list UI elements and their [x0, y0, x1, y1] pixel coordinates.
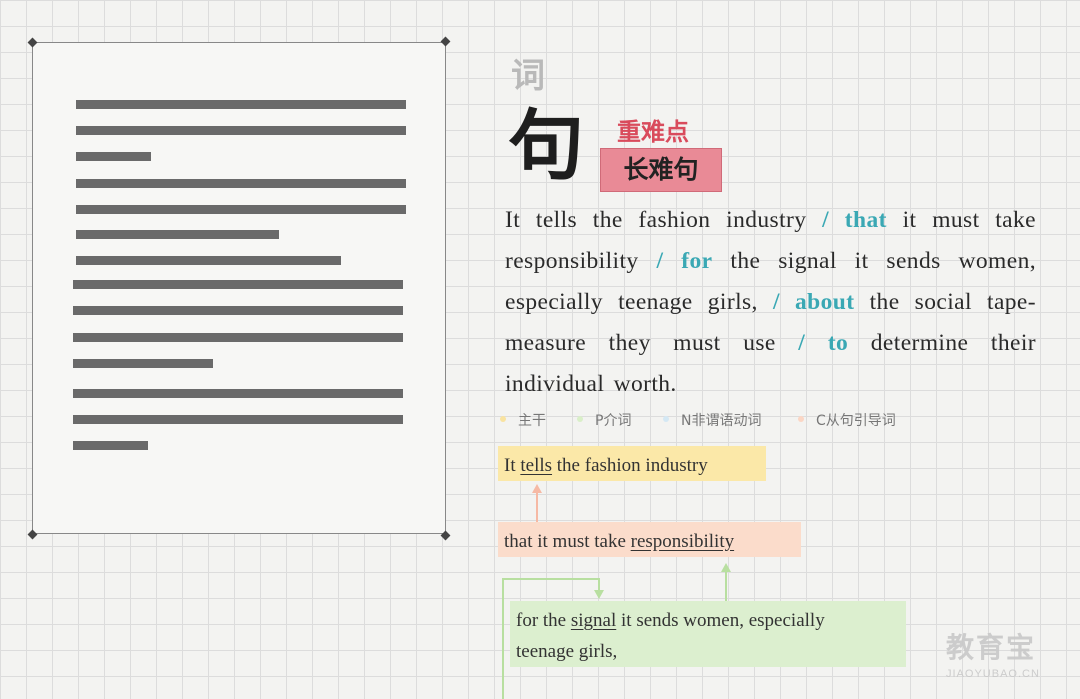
- text-line-placeholder: [73, 415, 403, 424]
- slash-divider: /: [656, 248, 682, 274]
- slash-divider: /: [798, 330, 828, 356]
- example-sentence: It tells the fashion industry / that it …: [505, 200, 1036, 405]
- box-text: for the: [516, 610, 571, 631]
- box-verb: tells: [520, 455, 553, 476]
- label-key-points: 重难点: [617, 118, 689, 146]
- box-text: It: [504, 455, 521, 476]
- slash-divider: /: [822, 207, 845, 233]
- keyword-that: that: [844, 207, 887, 233]
- heading-ci: 词: [511, 56, 545, 96]
- legend-item-prep: P介词: [577, 410, 631, 430]
- analysis-main-clause: It tells the fashion industry: [498, 446, 766, 481]
- connector-line: [502, 578, 504, 699]
- label-long-difficult-sentence: 长难句: [600, 148, 722, 192]
- analysis-for-phrase: for the signal it sends women, especiall…: [510, 601, 906, 667]
- box-text: that it must take: [504, 531, 631, 552]
- keyword-about: about: [795, 289, 855, 315]
- connector-arrow: [536, 492, 538, 524]
- legend-dot: [663, 416, 669, 423]
- box-noun: responsibility: [630, 531, 735, 552]
- watermark-cn: 教育宝: [946, 631, 1037, 664]
- text-line-placeholder: [76, 152, 151, 161]
- legend-dot: [798, 416, 804, 423]
- box-text: the fashion industry: [552, 455, 708, 476]
- box-text: teenage girls,: [516, 641, 618, 662]
- text-line-placeholder: [76, 205, 406, 214]
- resize-handle[interactable]: [440, 530, 451, 541]
- text-line-placeholder: [76, 126, 406, 135]
- heading-ju: 句: [508, 101, 584, 190]
- arrow-head: [721, 563, 731, 572]
- connector-line: [502, 578, 600, 580]
- legend-item-nonfinite: N非谓语动词: [663, 410, 761, 430]
- watermark-en: JIAOYUBAO.CN: [946, 668, 1040, 680]
- legend-dot: [577, 416, 583, 423]
- slash-divider: /: [772, 289, 796, 315]
- legend-dot: [500, 416, 506, 423]
- legend-item-main: 主干: [500, 410, 546, 430]
- text-line-placeholder: [73, 389, 403, 398]
- text-line-placeholder: [76, 230, 279, 239]
- legend-item-clause: C从句引导词: [798, 410, 896, 430]
- legend-label: 主干: [518, 413, 546, 429]
- text-line-placeholder: [76, 100, 406, 109]
- keyword-to: to: [827, 330, 849, 356]
- connector-arrow: [725, 570, 727, 604]
- text-line-placeholder: [76, 179, 406, 188]
- text-line-placeholder: [73, 333, 403, 342]
- watermark-logo: 教育宝 JIAOYUBAO.CN: [946, 626, 1040, 680]
- sentence-text: It tells the fashion industry: [505, 207, 823, 233]
- text-line-placeholder: [73, 441, 148, 450]
- text-line-placeholder: [73, 280, 403, 289]
- keyword-for: for: [681, 248, 713, 274]
- arrow-head: [532, 484, 542, 493]
- analysis-that-clause: that it must take responsibility: [498, 522, 801, 557]
- text-line-placeholder: [76, 256, 341, 265]
- box-text: it sends women, especially: [616, 610, 825, 631]
- document-thumbnail: [32, 42, 446, 534]
- legend-label: C从句引导词: [816, 413, 896, 429]
- box-noun: signal: [570, 610, 617, 631]
- text-line-placeholder: [73, 359, 213, 368]
- legend-label: P介词: [595, 413, 632, 429]
- legend-label: N非谓语动词: [681, 413, 762, 429]
- text-line-placeholder: [73, 306, 403, 315]
- arrow-head: [594, 590, 604, 599]
